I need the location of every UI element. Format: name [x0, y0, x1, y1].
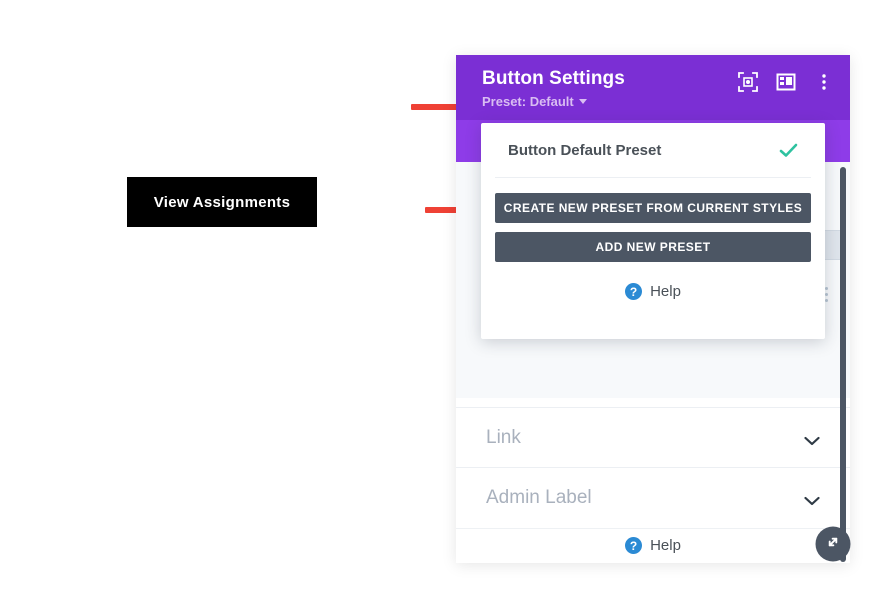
modal-header: Button Settings Preset: Default: [456, 55, 850, 120]
view-assignments-button[interactable]: View Assignments: [127, 177, 317, 227]
modal-help-row[interactable]: ? Help: [456, 528, 850, 562]
view-assignments-label: View Assignments: [153, 193, 291, 211]
sidebar-section-admin-label[interactable]: Admin Label: [456, 467, 850, 527]
layout-columns-icon[interactable]: [776, 72, 796, 92]
sidebar-section-link[interactable]: Link: [456, 407, 850, 467]
resize-handle[interactable]: [815, 526, 851, 562]
add-new-preset-button[interactable]: ADD NEW PRESET: [495, 232, 811, 262]
modal-scrollbar[interactable]: [840, 167, 846, 562]
chevron-down-icon: [804, 433, 820, 445]
help-link[interactable]: ? Help: [625, 537, 681, 554]
modal-header-icons: [738, 72, 834, 92]
preset-selector-label: Preset: Default: [482, 94, 574, 109]
create-new-preset-from-current-styles-button[interactable]: CREATE NEW PRESET FROM CURRENT STYLES: [495, 193, 811, 223]
section-label: Admin Label: [486, 486, 592, 508]
dropdown-help-row[interactable]: ? Help: [495, 283, 811, 300]
section-label: Link: [486, 426, 521, 448]
resize-diagonal-arrow-icon: [825, 533, 842, 555]
preset-dropdown-menu: Button Default Preset CREATE NEW PRESET …: [481, 123, 825, 339]
question-mark-icon: ?: [625, 537, 643, 554]
help-label: Help: [650, 283, 681, 300]
kebab-menu-icon[interactable]: [814, 72, 834, 92]
chevron-down-icon: [578, 99, 587, 104]
screenshot-stage: View Assignments Button Settings Preset:…: [0, 0, 880, 593]
check-icon: [779, 143, 798, 158]
obscured-kebab-icon[interactable]: [825, 287, 828, 302]
preset-menu-item-button-default-preset[interactable]: Button Default Preset: [495, 123, 811, 178]
help-label: Help: [650, 537, 681, 554]
preset-selector[interactable]: Preset: Default: [482, 94, 824, 109]
focus-mode-icon[interactable]: [738, 72, 758, 92]
chevron-down-icon: [804, 493, 820, 505]
preset-item-label: Button Default Preset: [508, 141, 662, 159]
question-mark-icon: ?: [625, 283, 643, 300]
help-link[interactable]: ? Help: [625, 283, 681, 300]
